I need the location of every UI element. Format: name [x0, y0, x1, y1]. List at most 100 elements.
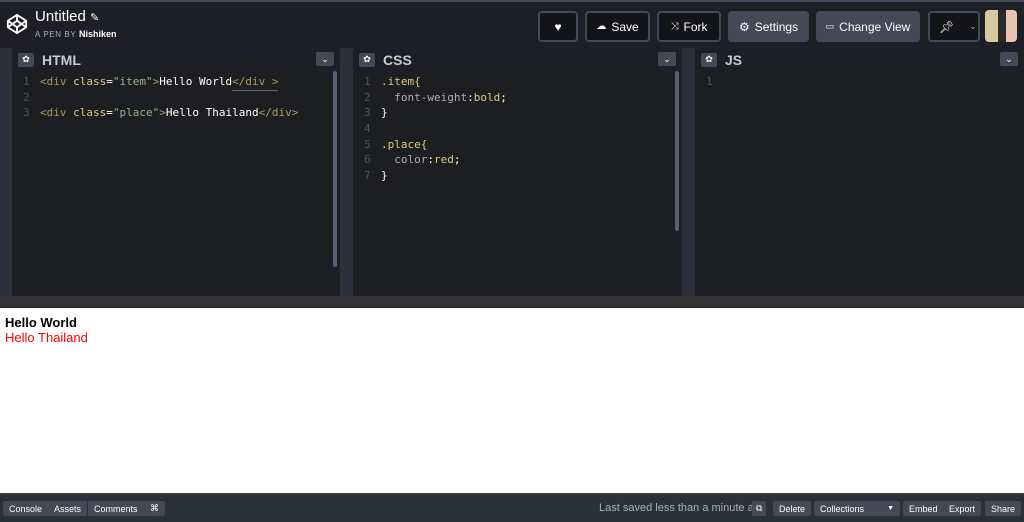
css-panel: ✿ CSS ⌄ 1 .item{ 2 font-weight: bold; 3} 4 5… — [353, 48, 682, 296]
code-token: <div — [40, 106, 74, 120]
line-number: 6 — [364, 153, 371, 167]
save-label: Save — [611, 19, 639, 34]
code-token: Hello Thailand — [165, 106, 259, 120]
line-number: 2 — [23, 90, 30, 104]
editor-gutter — [0, 48, 12, 296]
pin-button[interactable]: 📌︎ ⌄ — [928, 11, 980, 42]
code-token: bold — [473, 90, 501, 104]
line-number: 4 — [364, 122, 371, 136]
line-number: 1 — [364, 75, 371, 88]
preview-hello-world: Hello World — [5, 315, 77, 330]
code-token: font-weight — [394, 90, 468, 104]
line-number: 1 — [23, 75, 30, 88]
line-number: 5 — [364, 137, 371, 151]
code-token: "item" — [112, 75, 153, 88]
code-token: > — [159, 106, 166, 120]
code-token: } — [381, 169, 388, 183]
panel-title: CSS — [383, 51, 412, 68]
change-view-button[interactable]: ▭ Change View — [816, 11, 920, 42]
code-token: .item{ — [381, 75, 421, 88]
assets-button[interactable]: Assets — [48, 501, 88, 516]
line-number: 2 — [364, 90, 371, 104]
pen-title-text: Untitled — [35, 8, 86, 25]
gear-icon[interactable]: ✿ — [359, 52, 375, 67]
scrollbar[interactable] — [333, 71, 337, 267]
preview-resizer[interactable] — [0, 296, 1024, 308]
code-token: </div > — [232, 75, 279, 91]
save-button[interactable]: ☁ Save — [585, 11, 650, 42]
by-label: A PEN BY — [35, 30, 77, 39]
love-button[interactable]: ♥ — [538, 11, 578, 42]
external-link-icon[interactable]: ⧉ — [752, 501, 767, 516]
chevron-down-icon[interactable]: ⌄ — [1000, 52, 1018, 66]
chevron-down-icon[interactable]: ⌄ — [969, 21, 977, 32]
code-token: </div> — [258, 106, 299, 120]
last-saved-status: Last saved less than a minute ago — [599, 502, 766, 514]
cloud-icon: ☁ — [596, 21, 607, 32]
chevron-down-icon[interactable]: ⌄ — [316, 52, 334, 66]
css-editor[interactable]: 1 .item{ 2 font-weight: bold; 3} 4 5 .place… — [353, 71, 682, 296]
code-token: <div — [40, 75, 74, 88]
pencil-icon[interactable]: ✎ — [90, 12, 99, 24]
pen-title[interactable]: Untitled ✎ — [35, 8, 99, 25]
panel-resizer[interactable] — [340, 48, 353, 296]
js-panel: ✿ JS ⌄ 1 — [695, 48, 1024, 296]
fork-label: Fork — [683, 19, 708, 34]
preview-hello-thailand: Hello Thailand — [5, 330, 88, 345]
settings-label: Settings — [754, 19, 799, 34]
code-token: class — [73, 75, 107, 88]
line-number: 7 — [364, 169, 371, 183]
code-token: = — [106, 106, 113, 120]
avatar[interactable] — [985, 10, 1017, 42]
collections-dropdown[interactable]: Collections ▼ — [814, 501, 900, 516]
code-token: ; — [453, 153, 461, 167]
js-editor[interactable]: 1 — [695, 71, 1024, 296]
line-number: 3 — [364, 106, 371, 120]
code-token: : — [467, 90, 474, 104]
collections-label: Collections — [820, 503, 865, 514]
gear-icon[interactable]: ✿ — [701, 52, 717, 67]
footer-bar: Console Assets Comments ⌘ Last saved les… — [0, 493, 1024, 522]
heart-icon: ♥ — [554, 19, 562, 34]
top-bar: Untitled ✎ A PEN BY Nishiken ♥ ☁ Save ⤨ Fo… — [0, 0, 1024, 48]
code-token: .place{ — [381, 137, 428, 151]
code-token: red — [434, 153, 454, 167]
keyboard-shortcuts-button[interactable]: ⌘ — [144, 501, 165, 516]
code-token: > — [152, 75, 160, 88]
delete-button[interactable]: Delete — [773, 501, 812, 516]
code-token: } — [381, 106, 388, 120]
line-number: 1 — [706, 75, 713, 88]
line-number: 3 — [23, 106, 30, 120]
comments-button[interactable]: Comments — [88, 501, 144, 516]
console-button[interactable]: Console — [3, 501, 49, 516]
author-link[interactable]: Nishiken — [79, 29, 117, 39]
code-token: ; — [500, 90, 507, 104]
code-token: Hello World — [159, 75, 233, 88]
embed-button[interactable]: Embed — [903, 501, 944, 516]
fork-icon: ⤨ — [670, 21, 679, 32]
code-token: color — [394, 153, 428, 167]
panel-title: JS — [725, 51, 743, 68]
panel-resizer[interactable] — [682, 48, 695, 296]
pin-icon: 📌︎ — [939, 19, 955, 34]
html-editor[interactable]: 1 <div class = "item" > Hello World </div > 2 … — [12, 71, 340, 296]
gear-icon: ⚙ — [738, 19, 750, 34]
code-token: : — [427, 153, 434, 167]
fork-button[interactable]: ⤨ Fork — [657, 11, 721, 42]
layout-icon: ▭ — [825, 21, 835, 31]
code-token: "place" — [112, 106, 160, 120]
panel-title: HTML — [42, 51, 81, 68]
settings-button[interactable]: ⚙ Settings — [728, 11, 809, 42]
caret-down-icon: ▼ — [887, 505, 894, 512]
code-token: class — [73, 106, 107, 120]
chevron-down-icon[interactable]: ⌄ — [658, 52, 676, 66]
codepen-logo-icon[interactable] — [6, 13, 28, 35]
gear-icon[interactable]: ✿ — [18, 52, 34, 67]
preview-pane: Hello World Hello Thailand — [0, 308, 1024, 493]
html-panel: ✿ HTML ⌄ 1 <div class = "item" > Hello World </d… — [12, 48, 340, 296]
scrollbar[interactable] — [675, 71, 679, 231]
change-view-label: Change View — [839, 19, 911, 34]
export-button[interactable]: Export — [943, 501, 982, 516]
pen-author: A PEN BY Nishiken — [35, 29, 116, 39]
share-button[interactable]: Share — [985, 501, 1022, 516]
